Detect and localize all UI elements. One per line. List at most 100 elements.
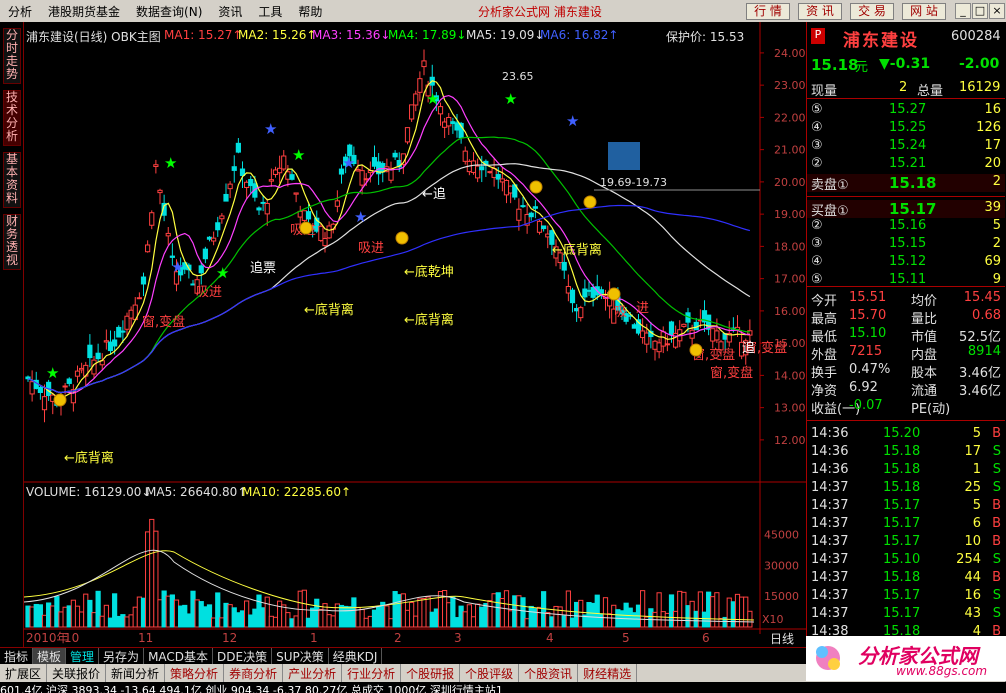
tick-row[interactable]: 14:37 15.17 5 B bbox=[807, 498, 1005, 516]
menu-analysis[interactable]: 分析 bbox=[0, 3, 40, 20]
ma3-label: MA3: 15.36↓ bbox=[312, 28, 391, 42]
month-label: 4 bbox=[546, 631, 554, 645]
book-level: ② bbox=[811, 156, 823, 171]
website-button[interactable]: 网 站 bbox=[902, 3, 946, 20]
volume-bar bbox=[512, 595, 518, 628]
menu-help[interactable]: 帮助 bbox=[290, 3, 330, 20]
formula-tab[interactable]: 模板 bbox=[33, 648, 67, 664]
menu-hk-futures[interactable]: 港股期货基金 bbox=[40, 3, 128, 20]
info-tab[interactable]: 券商分析 bbox=[224, 664, 284, 682]
status-bar: 601.4亿 沪深 3893.34 -13.64 494.1亿 创业 904.3… bbox=[0, 682, 1006, 693]
close-icon[interactable]: × bbox=[989, 3, 1005, 19]
tab-financials[interactable]: 财务透视 bbox=[3, 214, 21, 270]
stat-cell: 7215 bbox=[849, 344, 883, 359]
ask-row: ② 15.21 20 bbox=[807, 156, 1005, 174]
volume-bar bbox=[594, 594, 600, 628]
volume-bar bbox=[314, 598, 320, 628]
info-tab[interactable]: 关联报价 bbox=[47, 664, 107, 682]
candle-body bbox=[532, 206, 538, 209]
tick-row[interactable]: 14:37 15.10 254 S bbox=[807, 552, 1005, 570]
candle-body bbox=[293, 192, 299, 195]
coin-icon bbox=[53, 393, 67, 407]
volume-bar bbox=[433, 608, 439, 628]
signal-annotation: ←底背离 bbox=[404, 312, 454, 328]
info-tab[interactable]: 财经精选 bbox=[578, 664, 638, 682]
candle-body bbox=[528, 212, 534, 218]
tick-row[interactable]: 14:36 15.20 5 B bbox=[807, 426, 1005, 444]
candle-body bbox=[235, 142, 241, 153]
tick-row[interactable]: 14:36 15.18 1 S bbox=[807, 462, 1005, 480]
maximize-icon[interactable]: □ bbox=[972, 3, 988, 19]
tick-row[interactable]: 14:37 15.17 16 S bbox=[807, 588, 1005, 606]
tick-time: 14:36 bbox=[811, 426, 849, 441]
quote-button[interactable]: 行 情 bbox=[746, 3, 790, 20]
menu-data-query[interactable]: 数据查询(N) bbox=[128, 3, 210, 20]
volume-bar bbox=[99, 615, 105, 628]
tab-fundamentals[interactable]: 基本资料 bbox=[3, 152, 21, 208]
volume-bar bbox=[338, 604, 345, 628]
volume-tick-label: 15000 bbox=[764, 590, 799, 603]
tick-row[interactable]: 14:37 15.17 6 B bbox=[807, 516, 1005, 534]
volume-bar bbox=[343, 605, 349, 628]
info-tab[interactable]: 扩展区 bbox=[0, 664, 48, 682]
info-tab[interactable]: 个股评级 bbox=[460, 664, 520, 682]
candle-body bbox=[87, 344, 93, 359]
price-change: ▼-0.31 bbox=[879, 56, 931, 72]
volume-bar bbox=[400, 593, 406, 628]
tick-row[interactable]: 14:37 15.18 25 S bbox=[807, 480, 1005, 498]
tick-price: 15.18 bbox=[883, 444, 921, 459]
formula-tab[interactable]: SUP决策 bbox=[272, 648, 329, 664]
volume-bar bbox=[718, 617, 724, 628]
volume-bar bbox=[29, 606, 35, 628]
candle-body bbox=[582, 288, 588, 298]
candle-body bbox=[574, 307, 580, 312]
tick-row[interactable]: 14:37 15.17 10 B bbox=[807, 534, 1005, 552]
formula-tab[interactable]: 指标 bbox=[0, 648, 34, 664]
trade-button[interactable]: 交 易 bbox=[850, 3, 894, 20]
candle-body bbox=[520, 205, 526, 208]
stat-cell: 均价 bbox=[911, 294, 938, 309]
volume-bar bbox=[268, 615, 274, 628]
tab-intraday[interactable]: 分时走势 bbox=[3, 28, 21, 84]
bid-row: ③ 15.15 2 bbox=[807, 236, 1005, 254]
volume-bar bbox=[70, 599, 76, 628]
volume-bar bbox=[388, 618, 394, 628]
tick-time: 14:37 bbox=[811, 552, 849, 567]
formula-tab[interactable]: DDE决策 bbox=[213, 648, 273, 664]
volume-bar bbox=[41, 614, 48, 628]
volume-bar bbox=[710, 596, 716, 628]
info-tab[interactable]: 产业分析 bbox=[283, 664, 343, 682]
candle-body bbox=[516, 208, 522, 221]
divider bbox=[807, 98, 1005, 99]
news-button[interactable]: 资 讯 bbox=[798, 3, 842, 20]
signal-star-icon: ★ bbox=[164, 154, 177, 172]
tick-row[interactable]: 14:37 15.17 43 S bbox=[807, 606, 1005, 624]
formula-tab[interactable]: 另存为 bbox=[99, 648, 145, 664]
volume-bar bbox=[483, 603, 489, 628]
tick-row[interactable]: 14:36 15.18 17 S bbox=[807, 444, 1005, 462]
volume-bar bbox=[277, 600, 283, 628]
volume-bar bbox=[681, 591, 687, 628]
kline-chart[interactable]: 24.00 23.00 22.00 21.00 20.00 19.00 18.00 17.00… bbox=[24, 22, 806, 647]
chart-canvas[interactable]: 24.00 23.00 22.00 21.00 20.00 19.00 18.00 17.00… bbox=[24, 22, 806, 647]
info-tab[interactable]: 新闻分析 bbox=[106, 664, 166, 682]
candle-body bbox=[190, 283, 196, 286]
tick-row[interactable]: 14:37 15.18 44 B bbox=[807, 570, 1005, 588]
candle-body bbox=[301, 210, 307, 221]
minimize-icon[interactable]: _ bbox=[955, 3, 971, 19]
formula-tab[interactable]: 管理 bbox=[66, 648, 100, 664]
formula-tab[interactable]: 经典KDJ bbox=[329, 648, 383, 664]
info-tab[interactable]: 策略分析 bbox=[165, 664, 225, 682]
volume-bar bbox=[318, 608, 324, 628]
volume-bar bbox=[107, 617, 114, 628]
stat-cell: 3.46亿 bbox=[959, 384, 1001, 399]
info-tab[interactable]: 个股资讯 bbox=[519, 664, 579, 682]
candle-body bbox=[318, 225, 324, 241]
menu-tools[interactable]: 工具 bbox=[250, 3, 290, 20]
tab-technical[interactable]: 技术分析 bbox=[3, 90, 21, 146]
info-tab[interactable]: 个股研报 bbox=[401, 664, 461, 682]
formula-tab[interactable]: MACD基本 bbox=[144, 648, 214, 664]
info-tab[interactable]: 行业分析 bbox=[342, 664, 402, 682]
volume-bar bbox=[396, 594, 402, 628]
menu-news[interactable]: 资讯 bbox=[210, 3, 250, 20]
